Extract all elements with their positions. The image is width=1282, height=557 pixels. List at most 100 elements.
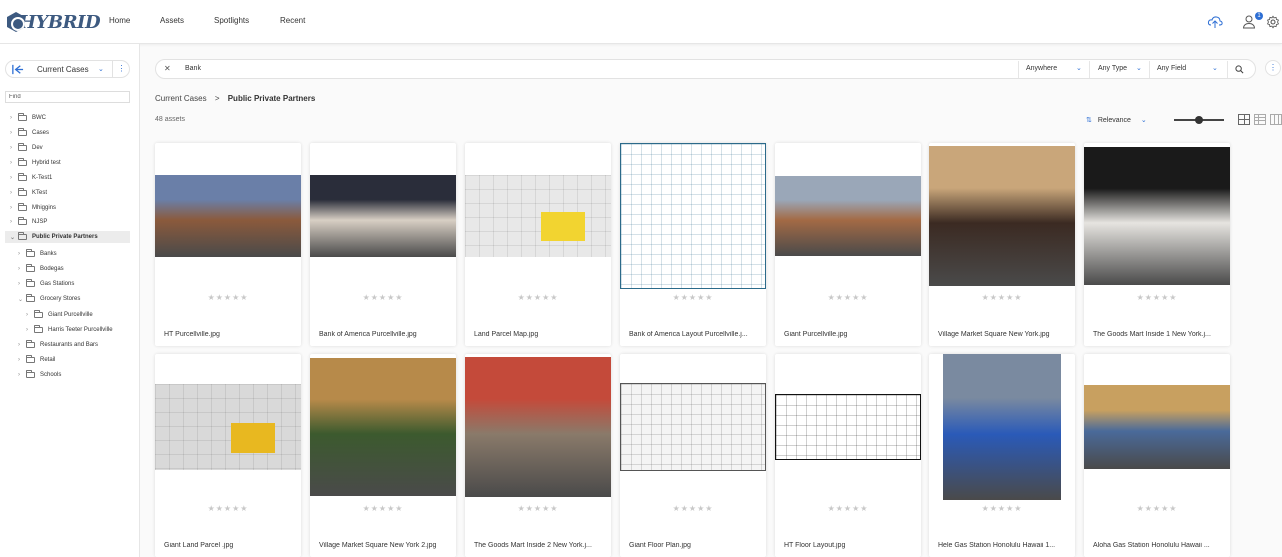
chevron-down-icon[interactable]: ⌄ <box>98 65 104 73</box>
asset-thumbnail[interactable] <box>620 383 766 471</box>
sidebar-more-icon[interactable]: ⋮ <box>112 61 130 77</box>
find-input[interactable] <box>5 91 130 103</box>
search-input[interactable] <box>185 60 1005 78</box>
tree-folder[interactable]: › Schools <box>18 369 61 381</box>
tree-folder[interactable]: › Harris Teeter Purcellville <box>26 324 113 336</box>
asset-thumbnail[interactable] <box>943 354 1061 500</box>
asset-card[interactable]: ★★★★★ Land Parcel Map.jpg <box>465 143 611 346</box>
asset-card[interactable]: ★★★★★ The Goods Mart Inside 2 New York.j.… <box>465 354 611 557</box>
asset-card[interactable]: ★★★★★ Giant Land Parcel .jpg <box>155 354 301 557</box>
chevron-right-icon[interactable]: › <box>18 281 26 287</box>
chevron-right-icon[interactable]: › <box>18 372 26 378</box>
rating-stars[interactable]: ★★★★★ <box>620 293 766 302</box>
asset-card[interactable]: ★★★★★ Bank of America Purcellville.jpg <box>310 143 456 346</box>
scope-chevron-icon[interactable]: ⌄ <box>1076 60 1082 78</box>
asset-filename[interactable]: Village Market Square New York.jpg <box>938 331 1068 338</box>
chevron-right-icon[interactable]: › <box>10 160 18 166</box>
tree-folder[interactable]: › BWC <box>10 112 46 124</box>
rating-stars[interactable]: ★★★★★ <box>1084 293 1230 302</box>
tree-folder[interactable]: › Giant Purcellville <box>26 309 93 321</box>
tree-folder[interactable]: ⌄ Grocery Stores <box>18 293 80 305</box>
asset-card[interactable]: ★★★★★ Hele Gas Station Honolulu Hawaii 1.… <box>929 354 1075 557</box>
gear-icon[interactable] <box>1266 15 1280 29</box>
asset-thumbnail[interactable] <box>155 175 301 257</box>
asset-filename[interactable]: The Goods Mart Inside 1 New York.j... <box>1093 331 1223 338</box>
asset-filename[interactable]: Giant Purcellville.jpg <box>784 331 914 338</box>
asset-thumbnail[interactable] <box>310 175 456 257</box>
breadcrumb-parent[interactable]: Current Cases <box>155 94 207 103</box>
field-chevron-icon[interactable]: ⌄ <box>1212 60 1218 78</box>
nav-assets[interactable]: Assets <box>160 16 184 25</box>
rating-stars[interactable]: ★★★★★ <box>775 293 921 302</box>
asset-card[interactable]: ★★★★★ Village Market Square New York.jpg <box>929 143 1075 346</box>
chevron-right-icon[interactable]: › <box>10 205 18 211</box>
rating-stars[interactable]: ★★★★★ <box>1084 504 1230 513</box>
tree-folder[interactable]: › Bodegas <box>18 263 64 275</box>
chevron-right-icon[interactable]: › <box>10 219 18 225</box>
asset-filename[interactable]: HT Floor Layout.jpg <box>784 542 914 549</box>
chevron-right-icon[interactable]: › <box>18 357 26 363</box>
asset-filename[interactable]: Giant Floor Plan.jpg <box>629 542 759 549</box>
zoom-slider-knob[interactable] <box>1195 116 1203 124</box>
grid-view-icon[interactable] <box>1238 114 1250 125</box>
asset-filename[interactable]: Bank of America Purcellville.jpg <box>319 331 449 338</box>
asset-filename[interactable]: Village Market Square New York 2.jpg <box>319 542 449 549</box>
rating-stars[interactable]: ★★★★★ <box>155 293 301 302</box>
asset-filename[interactable]: Giant Land Parcel .jpg <box>164 542 294 549</box>
rating-stars[interactable]: ★★★★★ <box>465 504 611 513</box>
asset-filename[interactable]: HT Purcellville.jpg <box>164 331 294 338</box>
asset-thumbnail[interactable] <box>775 176 921 256</box>
chevron-down-icon[interactable]: ⌄ <box>18 296 26 303</box>
tree-folder[interactable]: › Restaurants and Bars <box>18 339 98 351</box>
chevron-right-icon[interactable]: › <box>10 130 18 136</box>
tree-folder[interactable]: › Mhiggins <box>10 202 56 214</box>
field-select[interactable]: Any Field <box>1157 60 1186 78</box>
asset-card[interactable]: ★★★★★ Aloha Gas Station Honolulu Hawaii .… <box>1084 354 1230 557</box>
tree-folder[interactable]: › Retail <box>18 354 55 366</box>
asset-thumbnail[interactable] <box>155 384 301 470</box>
rating-stars[interactable]: ★★★★★ <box>310 293 456 302</box>
asset-filename[interactable]: Aloha Gas Station Honolulu Hawaii ... <box>1093 542 1223 549</box>
chevron-right-icon[interactable]: › <box>18 266 26 272</box>
type-chevron-icon[interactable]: ⌄ <box>1136 60 1142 78</box>
asset-card[interactable]: ★★★★★ Bank of America Layout Purcellville… <box>620 143 766 346</box>
collapse-panel-icon[interactable] <box>11 63 24 76</box>
chevron-right-icon[interactable]: › <box>10 145 18 151</box>
chevron-right-icon[interactable]: › <box>10 190 18 196</box>
scope-select[interactable]: Anywhere <box>1026 60 1057 78</box>
sort-select[interactable]: ⇅ Relevance ⌄ <box>1086 116 1147 124</box>
hybrid-logo[interactable]: HYBRID <box>7 10 101 34</box>
rating-stars[interactable]: ★★★★★ <box>775 504 921 513</box>
asset-thumbnail[interactable] <box>929 146 1075 286</box>
rating-stars[interactable]: ★★★★★ <box>929 504 1075 513</box>
list-view-icon[interactable] <box>1254 114 1266 125</box>
asset-card[interactable]: ★★★★★ The Goods Mart Inside 1 New York.j.… <box>1084 143 1230 346</box>
asset-thumbnail[interactable] <box>1084 385 1230 469</box>
asset-card[interactable]: ★★★★★ Giant Floor Plan.jpg <box>620 354 766 557</box>
rating-stars[interactable]: ★★★★★ <box>155 504 301 513</box>
asset-filename[interactable]: The Goods Mart Inside 2 New York.j... <box>474 542 604 549</box>
asset-thumbnail[interactable] <box>465 175 611 257</box>
chevron-right-icon[interactable]: › <box>26 312 34 318</box>
clear-search-icon[interactable]: ✕ <box>164 60 171 78</box>
asset-thumbnail[interactable] <box>620 143 766 289</box>
chevron-right-icon[interactable]: › <box>10 175 18 181</box>
search-icon[interactable] <box>1235 65 1244 74</box>
rating-stars[interactable]: ★★★★★ <box>465 293 611 302</box>
nav-home[interactable]: Home <box>109 16 130 25</box>
asset-filename[interactable]: Bank of America Layout Purcellville.j... <box>629 331 759 338</box>
asset-thumbnail[interactable] <box>775 394 921 460</box>
tree-folder[interactable]: › Gas Stations <box>18 278 74 290</box>
chevron-right-icon[interactable]: › <box>18 251 26 257</box>
upload-icon[interactable] <box>1207 14 1223 30</box>
map-view-icon[interactable] <box>1270 114 1282 125</box>
tree-folder[interactable]: › Dev <box>10 142 43 154</box>
asset-thumbnail[interactable] <box>465 357 611 497</box>
tree-folder[interactable]: › Hybrid test <box>10 157 61 169</box>
chevron-right-icon[interactable]: › <box>10 115 18 121</box>
asset-card[interactable]: ★★★★★ HT Purcellville.jpg <box>155 143 301 346</box>
tree-folder[interactable]: › KTest <box>10 187 47 199</box>
tree-folder[interactable]: › K-Test1 <box>10 172 52 184</box>
asset-card[interactable]: ★★★★★ Village Market Square New York 2.jp… <box>310 354 456 557</box>
case-selector[interactable]: Current Cases ⌄ ⋮ <box>5 60 130 78</box>
